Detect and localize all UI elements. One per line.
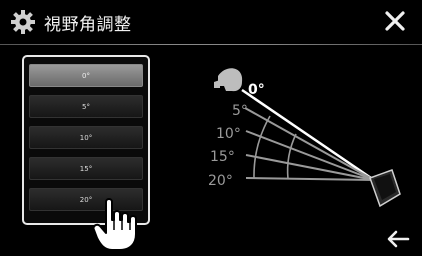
- label-0: 0°: [248, 82, 265, 98]
- angle-option-5[interactable]: 5°: [29, 95, 143, 118]
- label-15: 15°: [210, 149, 235, 165]
- viewing-angle-diagram: 0° 5° 10° 15° 20°: [208, 68, 401, 208]
- pointing-hand-icon: [92, 198, 137, 251]
- label-5: 5°: [232, 103, 248, 119]
- angle-option-10[interactable]: 10°: [29, 126, 143, 149]
- label-10: 10°: [216, 126, 241, 142]
- angle-option-0[interactable]: 0°: [29, 64, 143, 87]
- header-bar: 視野角調整: [0, 0, 422, 44]
- gear-icon: [11, 10, 35, 34]
- back-arrow-icon[interactable]: [386, 229, 410, 249]
- label-20: 20°: [208, 173, 233, 189]
- display-screen-icon: [369, 169, 401, 208]
- header-divider: [0, 44, 422, 45]
- title-group: 視野角調整: [10, 9, 132, 35]
- page-title: 視野角調整: [44, 14, 132, 35]
- angle-option-15[interactable]: 15°: [29, 157, 143, 180]
- close-icon[interactable]: [382, 8, 408, 34]
- viewer-head-icon: [214, 68, 243, 92]
